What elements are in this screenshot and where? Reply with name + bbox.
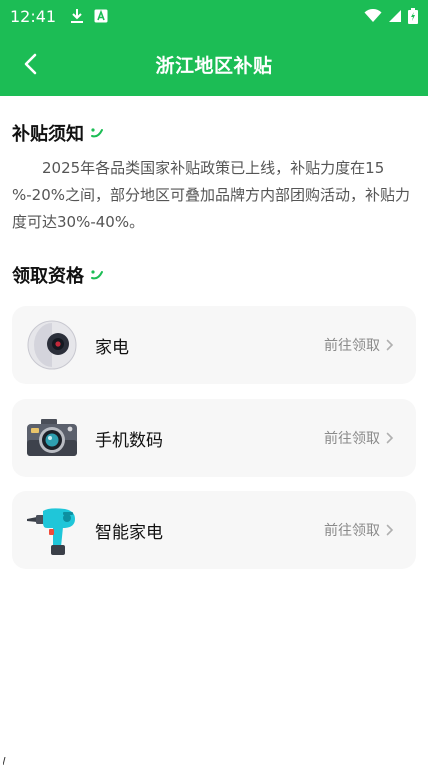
small-mark-icon <box>2 756 6 766</box>
card-action-label: 前往领取 <box>324 338 380 354</box>
eligibility-title-text: 领取资格 <box>12 266 84 287</box>
eligibility-card-digital[interactable]: 手机数码 前往领取 <box>12 399 416 477</box>
notice-section-title: 补贴须知 <box>12 120 104 146</box>
eligibility-card-smart-appliances[interactable]: 智能家电 前往领取 <box>12 491 416 569</box>
card-icon-wrap <box>25 503 79 557</box>
a-badge-icon <box>94 9 108 23</box>
speaker-icon <box>27 320 77 370</box>
status-right-icons <box>364 8 418 24</box>
chevron-right-icon <box>386 524 394 536</box>
eligibility-card-appliances[interactable]: 家电 前往领取 <box>12 306 416 384</box>
camera-icon <box>27 419 77 456</box>
decoration-swoosh-icon <box>91 270 103 280</box>
card-action[interactable]: 前往领取 <box>324 428 394 448</box>
card-action-label: 前往领取 <box>324 523 380 539</box>
eligibility-section-title: 领取资格 <box>12 262 104 288</box>
card-label: 手机数码 <box>95 430 163 451</box>
notice-title-text: 补贴须知 <box>12 124 84 145</box>
download-icon <box>71 9 84 23</box>
page-title: 浙江地区补贴 <box>155 54 273 77</box>
wifi-icon <box>364 9 382 22</box>
status-bar: 12:41 <box>0 0 428 32</box>
scroll-indicator <box>2 750 7 766</box>
app-bar: 浙江地区补贴 <box>0 32 428 96</box>
battery-charging-icon <box>408 8 418 24</box>
signal-icon <box>389 10 401 22</box>
chevron-right-icon <box>386 339 394 351</box>
card-action[interactable]: 前往领取 <box>324 520 394 540</box>
notice-text: 2025年各品类国家补贴政策已上线，补贴力度在15 %-20%之间，部分地区可叠… <box>12 159 411 231</box>
decoration-swoosh-icon <box>91 128 103 138</box>
status-time: 12:41 <box>10 6 57 26</box>
chevron-left-icon <box>24 53 37 75</box>
chevron-right-icon <box>386 432 394 444</box>
status-left-icons <box>70 8 108 24</box>
back-button[interactable] <box>14 48 46 80</box>
card-label: 智能家电 <box>95 522 163 543</box>
card-action[interactable]: 前往领取 <box>324 335 394 355</box>
card-label: 家电 <box>95 337 129 358</box>
drill-icon <box>27 508 75 555</box>
card-icon-wrap <box>25 318 79 372</box>
card-icon-wrap <box>25 411 79 465</box>
card-action-label: 前往领取 <box>324 431 380 447</box>
